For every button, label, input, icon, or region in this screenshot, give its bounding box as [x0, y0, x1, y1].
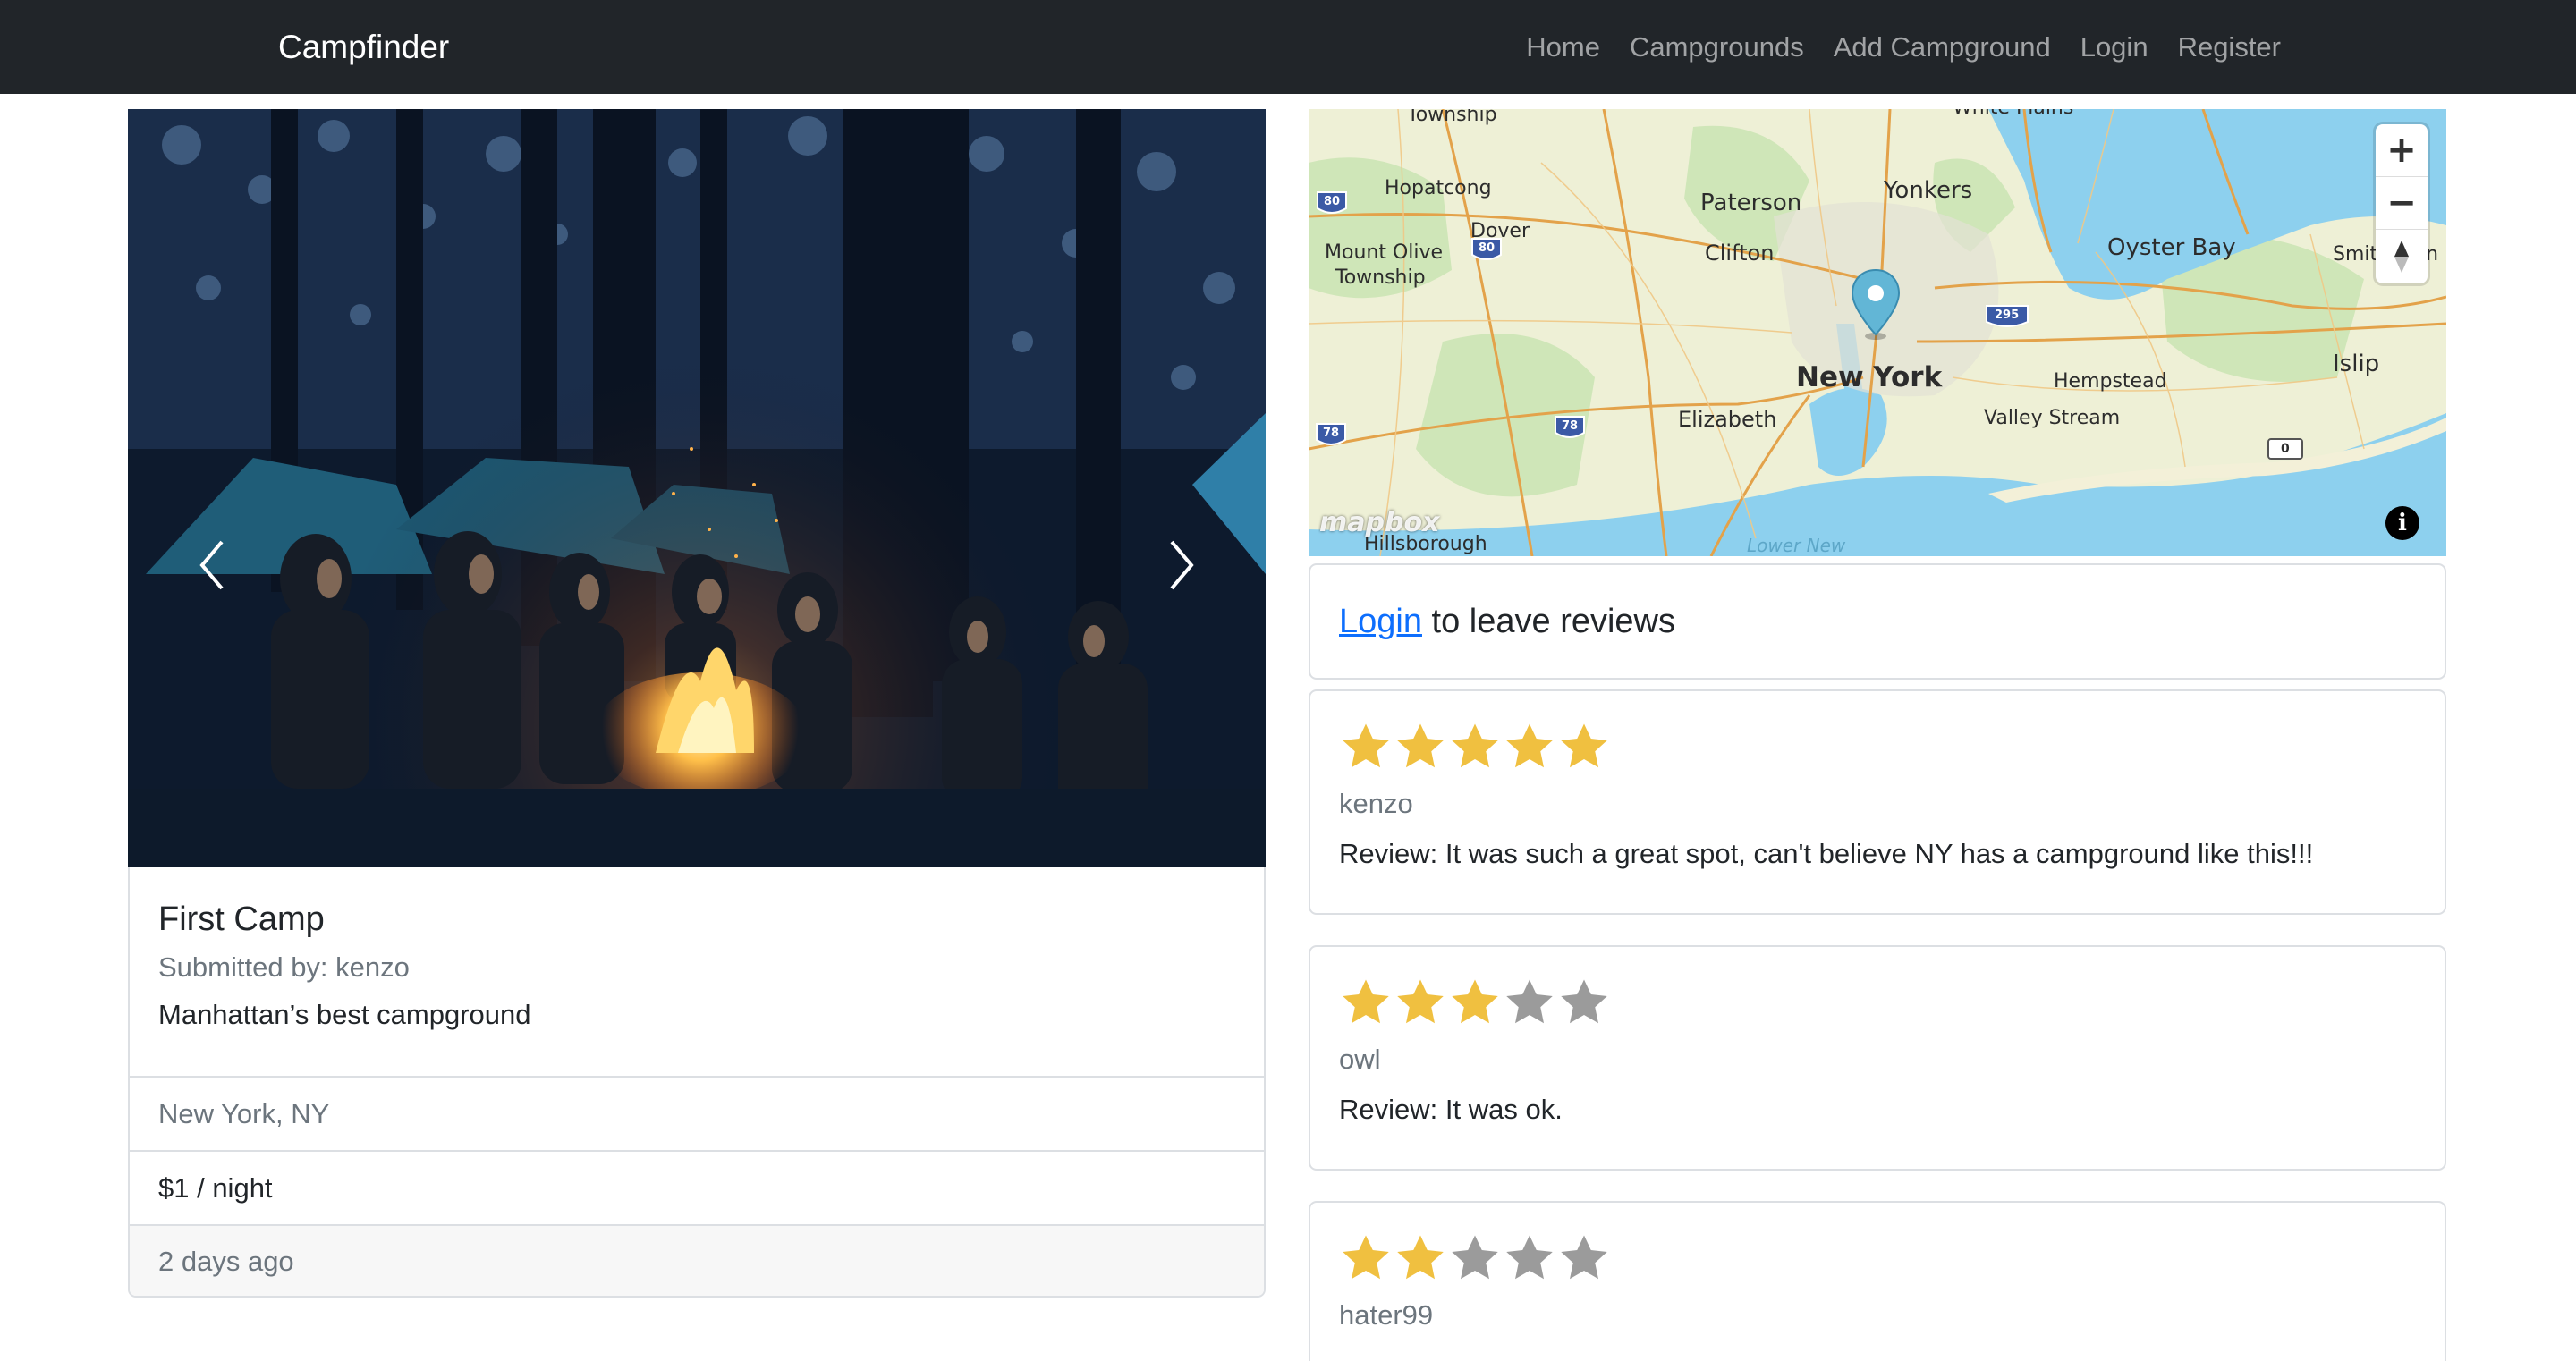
map-label-new-york: New York — [1796, 361, 1943, 393]
review-author: owl — [1339, 1044, 1381, 1075]
map-label-lower-new: Lower New — [1747, 535, 1846, 556]
star-filled-icon — [1343, 723, 1389, 768]
campground-details-card: First Camp Submitted by: kenzo Manhattan… — [128, 867, 1266, 1298]
map-label-oyster-bay: Oyster Bay — [2107, 234, 2236, 261]
compass-icon — [2394, 240, 2409, 273]
map-label-elizabeth: Elizabeth — [1678, 407, 1777, 432]
map-label-islip: Islip — [2333, 351, 2380, 377]
map-label-yonkers: Yonkers — [1884, 177, 1973, 204]
map-pin-icon[interactable] — [1851, 268, 1901, 340]
star-filled-icon — [1343, 979, 1389, 1024]
map-shield-i80-west: 80 — [1324, 195, 1341, 208]
star-filled-icon — [1397, 723, 1444, 768]
review-card: owl Review: It was ok. — [1309, 945, 2446, 1171]
review-card: kenzo Review: It was such a great spot, … — [1309, 689, 2446, 915]
campground-price: $1 / night — [130, 1150, 1264, 1224]
nav-link-home[interactable]: Home — [1526, 31, 1600, 63]
campground-posted-time: 2 days ago — [130, 1224, 1264, 1296]
star-filled-icon — [1397, 1235, 1444, 1280]
campfire-photo — [128, 109, 1266, 867]
star-empty-icon — [1561, 979, 1607, 1024]
brand-logo-link[interactable]: Campfinder — [278, 0, 449, 94]
map-navigation-controls: + − — [2376, 124, 2428, 283]
nav-links: Home Campgrounds Add Campground Login Re… — [1526, 0, 2281, 94]
star-filled-icon — [1452, 979, 1498, 1024]
review-card: hater99 — [1309, 1201, 2446, 1361]
login-to-review-title: Login to leave reviews — [1339, 603, 1675, 641]
review-text: Review: It was ok. — [1339, 1094, 1563, 1125]
zoom-in-button[interactable]: + — [2376, 124, 2428, 177]
campground-description: Manhattan’s best campground — [158, 998, 531, 1030]
map-shield-i80-mid: 80 — [1479, 241, 1496, 255]
map-shield-i295: 295 — [1995, 309, 2020, 322]
map-label-paterson: Paterson — [1700, 190, 1802, 216]
map-label-mount-olive-township: Township — [1335, 266, 1426, 289]
carousel-next-button[interactable] — [1145, 529, 1216, 601]
star-filled-icon — [1343, 1235, 1389, 1280]
star-rating — [1339, 720, 2416, 777]
star-empty-icon — [1561, 1235, 1607, 1280]
map-label-white-plains: White Plains — [1953, 109, 2073, 119]
map-shield-i78-west: 78 — [1323, 427, 1340, 440]
star-empty-icon — [1506, 979, 1553, 1024]
login-link[interactable]: Login — [1339, 603, 1422, 640]
map-label-hopatcong: Hopatcong — [1385, 177, 1492, 199]
campground-author: Submitted by: kenzo — [158, 951, 410, 983]
star-filled-icon — [1506, 723, 1553, 768]
login-prompt-text: to leave reviews — [1421, 602, 1675, 640]
mapbox-logo[interactable]: mapbox — [1319, 507, 1439, 538]
carousel-previous-button[interactable] — [177, 529, 249, 601]
map-attribution-info-button[interactable]: i — [2385, 506, 2419, 540]
star-filled-icon — [1452, 723, 1498, 768]
zoom-out-button[interactable]: − — [2376, 177, 2428, 230]
top-navbar: Campfinder Home Campgrounds Add Campgrou… — [0, 0, 2576, 94]
map-label-dover: Dover — [1470, 220, 1530, 242]
star-filled-icon — [1397, 979, 1444, 1024]
review-author: hater99 — [1339, 1299, 1434, 1331]
nav-link-campgrounds[interactable]: Campgrounds — [1630, 31, 1804, 63]
nav-link-add-campground[interactable]: Add Campground — [1834, 31, 2051, 63]
campground-image-carousel — [128, 109, 1266, 867]
star-filled-icon — [1561, 723, 1607, 768]
campground-location: New York, NY — [130, 1076, 1264, 1150]
star-rating — [1339, 1231, 2416, 1289]
campground-title: First Camp — [158, 900, 325, 938]
chevron-left-icon — [199, 540, 224, 590]
star-empty-icon — [1452, 1235, 1498, 1280]
map-shield-i78-mid: 78 — [1562, 419, 1579, 433]
star-rating — [1339, 976, 2416, 1033]
nav-link-register[interactable]: Register — [2178, 31, 2281, 63]
map-label-township-top: Township — [1407, 109, 1497, 126]
map-label-clifton: Clifton — [1705, 241, 1775, 266]
campground-card-body: First Camp Submitted by: kenzo Manhattan… — [130, 867, 1264, 1076]
map-label-hempstead: Hempstead — [2054, 370, 2167, 393]
map-label-mount-olive: Mount Olive — [1325, 241, 1444, 264]
nav-link-login[interactable]: Login — [2080, 31, 2148, 63]
login-to-review-panel: Login to leave reviews — [1309, 563, 2446, 680]
reset-bearing-button[interactable] — [2376, 230, 2428, 283]
map-label-valley-stream: Valley Stream — [1984, 407, 2121, 429]
review-text: Review: It was such a great spot, can't … — [1339, 838, 2314, 869]
review-author: kenzo — [1339, 788, 1413, 819]
chevron-right-icon — [1170, 540, 1194, 590]
star-empty-icon — [1506, 1235, 1553, 1280]
map-shield-route-0: 0 — [2281, 442, 2290, 456]
